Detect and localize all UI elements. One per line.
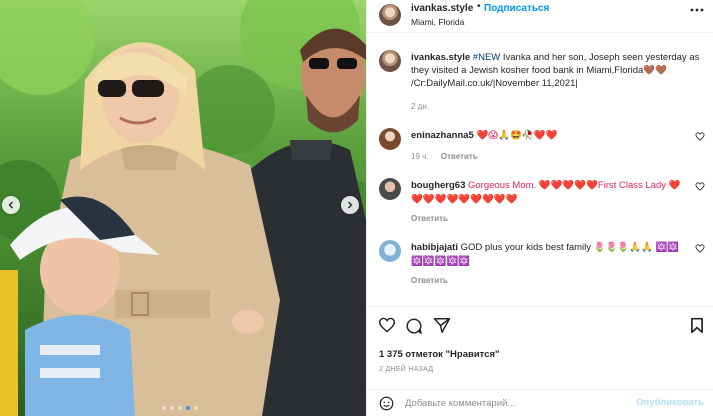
share-paper-plane-icon[interactable] xyxy=(433,317,451,334)
caption-avatar[interactable] xyxy=(379,50,401,72)
comment-meta: Ответить xyxy=(411,214,448,223)
chevron-right-icon xyxy=(348,201,353,209)
heart-icon[interactable] xyxy=(695,182,705,191)
carousel-dot xyxy=(170,406,174,410)
like-heart-icon[interactable] xyxy=(378,317,396,333)
reply-button[interactable]: Ответить xyxy=(441,152,478,161)
comment-text: eninazhanna5 ❤️😱🙏🤩🥀❤️❤️ xyxy=(411,129,689,143)
comment-meta: Ответить xyxy=(411,276,448,285)
comment-time[interactable]: 19 ч. xyxy=(411,152,429,161)
comment-body: ❤️😱🙏🤩🥀❤️❤️ xyxy=(473,130,558,141)
post-age[interactable]: 2 ДНЕЙ НАЗАД xyxy=(379,366,433,373)
comment-text: habibjajati GOD plus your kids best fami… xyxy=(411,241,689,269)
separator-dot: • xyxy=(477,1,481,12)
chevron-left-icon xyxy=(8,201,13,209)
carousel-dot xyxy=(162,406,166,410)
caption-text: ivankas.style #NEW Ivanka and her son, J… xyxy=(411,51,706,90)
comment-meta: 19 ч. Ответить xyxy=(411,152,478,161)
comment-username[interactable]: eninazhanna5 xyxy=(411,130,474,141)
author-username[interactable]: ivankas.style xyxy=(411,3,473,14)
author-avatar[interactable] xyxy=(379,4,401,26)
photo-illustration xyxy=(0,0,366,416)
comment-text: bougherg63 Gorgeous Mom. ❤️❤️❤️❤️❤️First… xyxy=(411,179,689,207)
comment-input[interactable] xyxy=(405,395,635,411)
post-actions: 1 375 отметок "Нравится" 2 ДНЕЙ НАЗАД xyxy=(367,306,713,386)
comments-section[interactable]: ivankas.style #NEW Ivanka and her son, J… xyxy=(367,34,713,306)
follow-button[interactable]: Подписаться xyxy=(484,3,549,14)
more-horizontal-icon[interactable] xyxy=(690,8,704,12)
add-comment-bar: Опубликовать xyxy=(367,389,713,416)
carousel-indicator xyxy=(162,406,198,410)
reply-button[interactable]: Ответить xyxy=(411,214,448,223)
heart-icon[interactable] xyxy=(695,132,705,141)
carousel-dot xyxy=(178,406,182,410)
comment-avatar[interactable] xyxy=(379,178,401,200)
carousel-dot-active xyxy=(186,406,190,410)
post-header: ivankas.style • Подписаться Miami, Flori… xyxy=(367,0,713,33)
carousel-next-button[interactable] xyxy=(341,196,359,214)
post-side-panel: ivankas.style • Подписаться Miami, Flori… xyxy=(366,0,713,416)
caption-time[interactable]: 2 дн. xyxy=(411,102,429,111)
emoji-smiley-icon[interactable] xyxy=(379,396,394,411)
comment-avatar[interactable] xyxy=(379,128,401,150)
comment-avatar[interactable] xyxy=(379,240,401,262)
comment-username[interactable]: habibjajati xyxy=(411,242,458,253)
caption-hashtag[interactable]: #NEW xyxy=(473,52,500,63)
carousel-prev-button[interactable] xyxy=(2,196,20,214)
heart-icon[interactable] xyxy=(695,244,705,253)
carousel-dot xyxy=(194,406,198,410)
comment-bubble-icon[interactable] xyxy=(405,317,423,335)
likes-count[interactable]: 1 375 отметок "Нравится" xyxy=(379,349,500,360)
comment-username[interactable]: bougherg63 xyxy=(411,180,465,191)
bookmark-icon[interactable] xyxy=(690,317,704,334)
caption-username[interactable]: ivankas.style xyxy=(411,52,470,63)
publish-comment-button[interactable]: Опубликовать xyxy=(636,397,704,408)
post-photo[interactable] xyxy=(0,0,366,416)
reply-button[interactable]: Ответить xyxy=(411,276,448,285)
post-location[interactable]: Miami, Florida xyxy=(411,17,464,27)
